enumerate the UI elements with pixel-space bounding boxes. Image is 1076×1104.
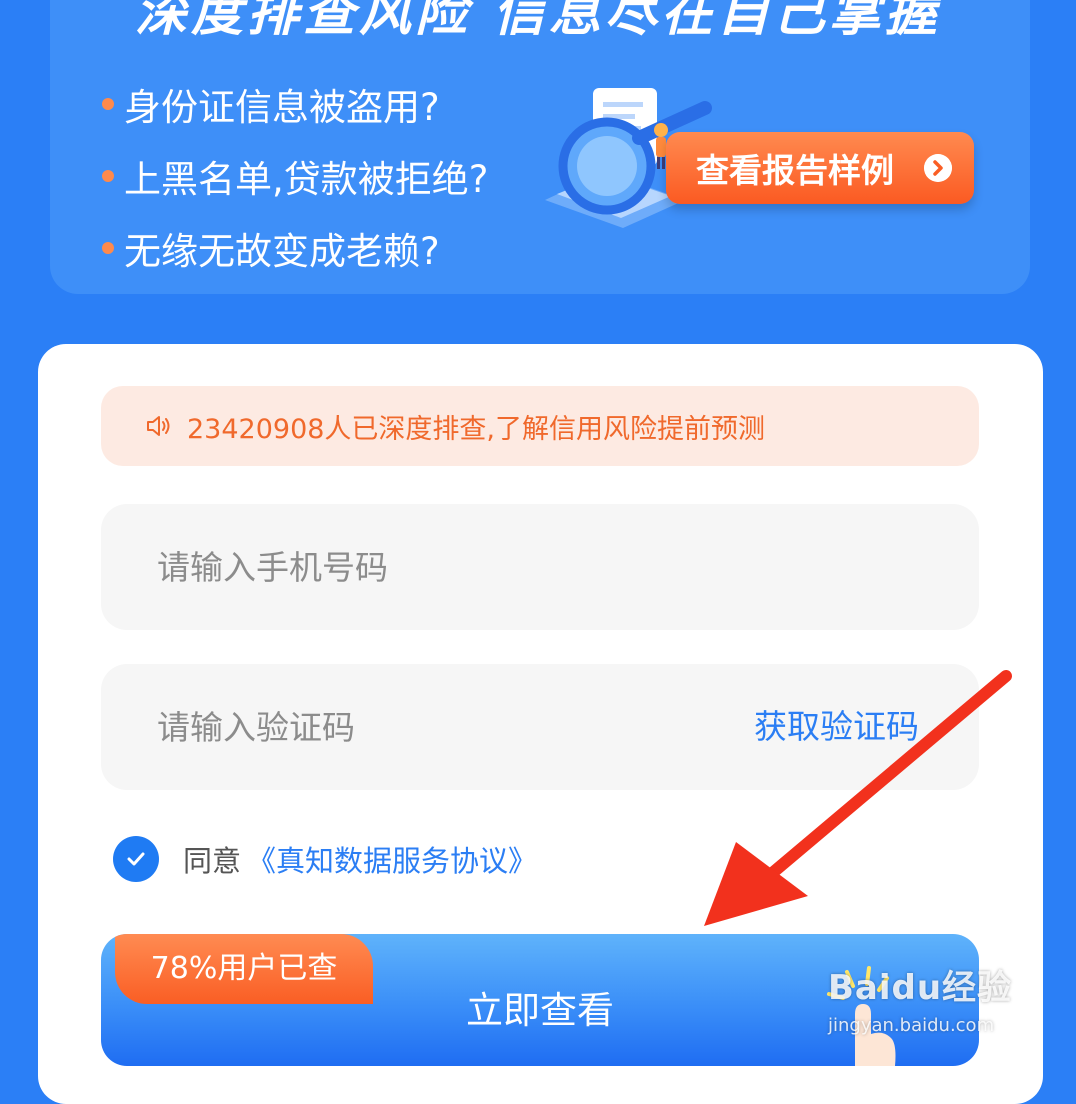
watermark-brand: Baidu经验: [828, 968, 1013, 1008]
phone-input[interactable]: [157, 504, 677, 630]
speaker-icon: [147, 416, 170, 436]
checkmark-icon: [127, 852, 145, 866]
watermark-url: jingyan.baidu.com: [828, 1015, 995, 1036]
notice-bar: 23420908人已深度排查,了解信用风险提前预测: [101, 386, 979, 466]
bullet-text: 身份证信息被盗用?: [124, 86, 440, 129]
view-sample-report-button[interactable]: 查看报告样例: [666, 132, 974, 204]
agreement-row: 同意 《真知数据服务协议》: [113, 834, 537, 884]
bullet-dot-icon: [102, 98, 114, 110]
agree-label: 同意: [183, 844, 242, 878]
banner-headline: 深度排查风险 信息尽在自己掌握: [134, 0, 942, 43]
chevron-right-icon: [924, 154, 952, 182]
baidu-watermark: Baidu经验 jingyan.baidu.com: [828, 960, 1012, 1036]
red-pointer-arrow-icon: [704, 670, 1012, 926]
phone-field: [101, 504, 979, 630]
bullet-dot-icon: [102, 170, 114, 182]
bullet-list: 身份证信息被盗用? 上黑名单,贷款被拒绝? 无缘无故变成老赖?: [102, 68, 488, 284]
agree-checkbox[interactable]: [113, 836, 159, 882]
bullet-text: 上黑名单,贷款被拒绝?: [124, 158, 489, 201]
bullet-text: 无缘无故变成老赖?: [124, 230, 440, 273]
verification-code-input[interactable]: [157, 664, 677, 790]
notice-text: 23420908人已深度排查,了解信用风险提前预测: [187, 413, 766, 445]
agreement-link[interactable]: 《真知数据服务协议》: [247, 838, 537, 880]
bullet-item: 身份证信息被盗用?: [102, 68, 488, 140]
sample-button-label: 查看报告样例: [696, 151, 894, 190]
bullet-dot-icon: [102, 242, 114, 254]
bullet-item: 无缘无故变成老赖?: [102, 212, 488, 284]
bullet-item: 上黑名单,贷款被拒绝?: [102, 140, 488, 212]
